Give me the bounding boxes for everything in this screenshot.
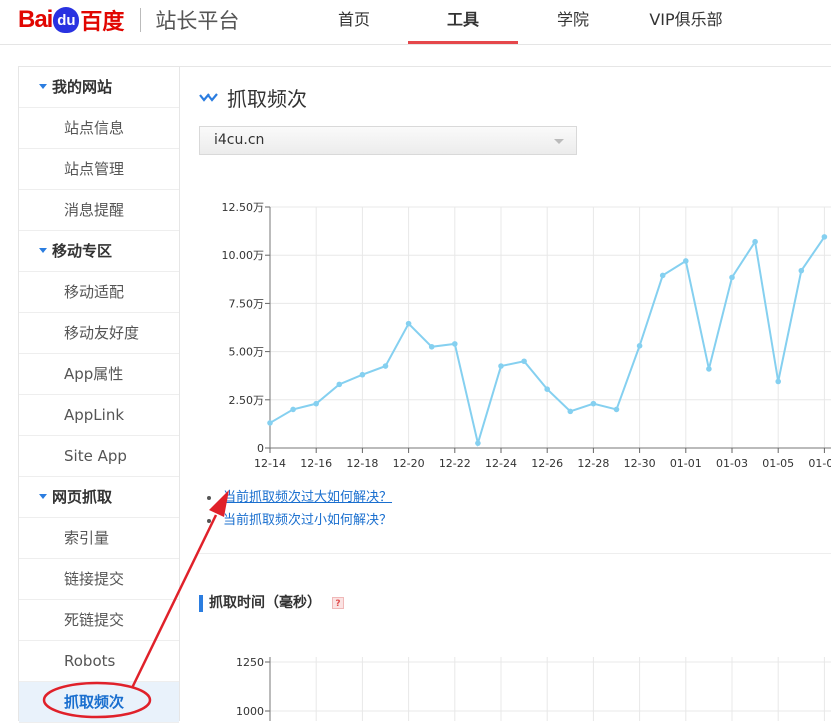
expand-triangle-icon (39, 84, 47, 89)
data-point (405, 320, 412, 327)
sidebar-item-mobile-adapt[interactable]: 移动适配 (19, 272, 179, 313)
data-point (636, 343, 643, 349)
data-point (359, 371, 366, 378)
x-tick-label: 12-26 (531, 457, 563, 470)
x-tick-label: 12-18 (346, 457, 378, 470)
data-point (752, 238, 758, 245)
logo-divider (140, 8, 142, 32)
sidebar-item-deadlink-submit[interactable]: 死链提交 (19, 600, 179, 641)
double-check-icon (199, 93, 218, 102)
x-tick-label: 01-07 (808, 457, 831, 470)
top-header: Bai du 百度 站长平台 首页 工具 学院 VIP俱乐部 (0, 0, 831, 45)
y-tick-label: 1000 (236, 705, 264, 718)
data-point (798, 267, 805, 274)
logo-text-baidu: 百度 (80, 10, 125, 35)
data-point (521, 358, 527, 365)
sidebar-item-link-submit[interactable]: 链接提交 (19, 559, 179, 600)
sidebar: 我的网站 站点信息 站点管理 消息提醒 移动专区 移动适配 移动友好度 App属… (18, 66, 180, 723)
main-nav: 首页 工具 学院 VIP俱乐部 (300, 0, 744, 44)
data-point (567, 408, 574, 415)
nav-item-academy[interactable]: 学院 (518, 0, 628, 44)
sidebar-group-crawl[interactable]: 网页抓取 (19, 477, 179, 518)
nav-item-home[interactable]: 首页 (300, 0, 408, 44)
data-point (659, 272, 666, 279)
data-point (428, 343, 435, 350)
x-tick-label: 12-16 (300, 457, 332, 470)
logo-text-bai: Bai (18, 6, 53, 33)
y-tick-label: 12.50万 (222, 201, 265, 214)
x-tick-label: 01-05 (762, 457, 794, 470)
help-link-item: 当前抓取频次过大如何解决？ (207, 491, 392, 514)
sidebar-item-mobile-friendly[interactable]: 移动友好度 (19, 313, 179, 354)
data-point (544, 386, 550, 392)
help-link-item: 当前抓取频次过小如何解决？ (207, 514, 392, 537)
x-tick-label: 12-20 (393, 457, 425, 470)
section-divider (199, 553, 831, 554)
y-tick-label: 2.50万 (229, 394, 265, 407)
y-tick-label: 5.00万 (229, 346, 265, 359)
data-point (590, 400, 597, 407)
sidebar-group-label: 移动专区 (52, 242, 113, 260)
sidebar-group-label: 网页抓取 (52, 488, 113, 506)
data-point (336, 381, 343, 388)
data-point (683, 258, 689, 264)
x-tick-label: 12-24 (485, 457, 517, 470)
help-question-icon[interactable]: ? (332, 597, 344, 609)
sidebar-item-messages[interactable]: 消息提醒 (19, 190, 179, 231)
data-point (498, 363, 504, 369)
x-tick-label: 01-01 (670, 457, 702, 470)
y-tick-label: 10.00万 (222, 249, 265, 262)
sidebar-group-mobile[interactable]: 移动专区 (19, 231, 179, 272)
help-link-too-high[interactable]: 当前抓取频次过大如何解决？ (223, 490, 392, 505)
x-tick-label: 12-14 (254, 457, 286, 470)
logo-paw-icon: du (53, 7, 80, 33)
data-point (452, 341, 458, 347)
sidebar-item-app-props[interactable]: App属性 (19, 354, 179, 395)
expand-triangle-icon (39, 494, 47, 499)
x-tick-label: 12-30 (624, 457, 656, 470)
platform-name: 站长平台 (155, 9, 240, 33)
x-tick-label: 12-22 (439, 457, 471, 470)
help-link-too-low[interactable]: 当前抓取频次过小如何解决？ (223, 513, 392, 528)
baidu-zhanzhang-logo[interactable]: Bai du 百度 站长平台 (18, 5, 239, 35)
expand-triangle-icon (39, 248, 47, 253)
data-point (313, 400, 319, 407)
y-tick-label: 0 (257, 442, 264, 455)
sidebar-item-applink[interactable]: AppLink (19, 395, 179, 436)
sidebar-item-site-app[interactable]: Site App (19, 436, 179, 477)
crawl-time-chart: 1250 1000 (236, 656, 831, 721)
sidebar-group-label: 我的网站 (52, 78, 113, 96)
sidebar-item-crawl-frequency[interactable]: 抓取频次 (19, 682, 179, 723)
sidebar-item-robots[interactable]: Robots (19, 641, 179, 682)
help-links: 当前抓取频次过大如何解决？ 当前抓取频次过小如何解决？ (207, 491, 392, 537)
crawl-frequency-chart: 0 2.50万 5.00万 7.50万 10.00万 12.50万 12-14 12-16 12… (222, 201, 831, 470)
x-tick-label: 12-28 (577, 457, 609, 470)
sidebar-item-site-manage[interactable]: 站点管理 (19, 149, 179, 190)
data-point (729, 274, 735, 281)
section-title-crawl-time: 抓取时间（毫秒） (209, 595, 321, 611)
main-content: 抓取频次 i4cu.cn 0 2.50万 5.00万 7.50万 10.00万 12.50… (179, 66, 831, 721)
nav-item-vip-club[interactable]: VIP俱乐部 (628, 0, 744, 44)
data-point (775, 378, 781, 385)
data-point (613, 406, 620, 413)
page-title: 抓取频次 (227, 87, 307, 111)
data-point (821, 234, 828, 240)
data-point (290, 406, 296, 413)
sidebar-item-index[interactable]: 索引量 (19, 518, 179, 559)
nav-item-tools[interactable]: 工具 (408, 0, 518, 44)
data-point (267, 420, 273, 426)
data-point (475, 440, 481, 446)
data-point (382, 363, 389, 369)
x-tick-label: 01-03 (716, 457, 748, 470)
chevron-down-icon (554, 139, 564, 144)
site-select[interactable]: i4cu.cn (199, 126, 577, 155)
y-tick-label: 7.50万 (229, 297, 265, 310)
sidebar-group-my-sites[interactable]: 我的网站 (19, 67, 179, 108)
sidebar-item-site-info[interactable]: 站点信息 (19, 108, 179, 149)
data-point (706, 366, 712, 372)
site-select-value: i4cu.cn (214, 132, 265, 148)
y-tick-label: 1250 (236, 656, 264, 669)
section-marker (199, 595, 203, 612)
